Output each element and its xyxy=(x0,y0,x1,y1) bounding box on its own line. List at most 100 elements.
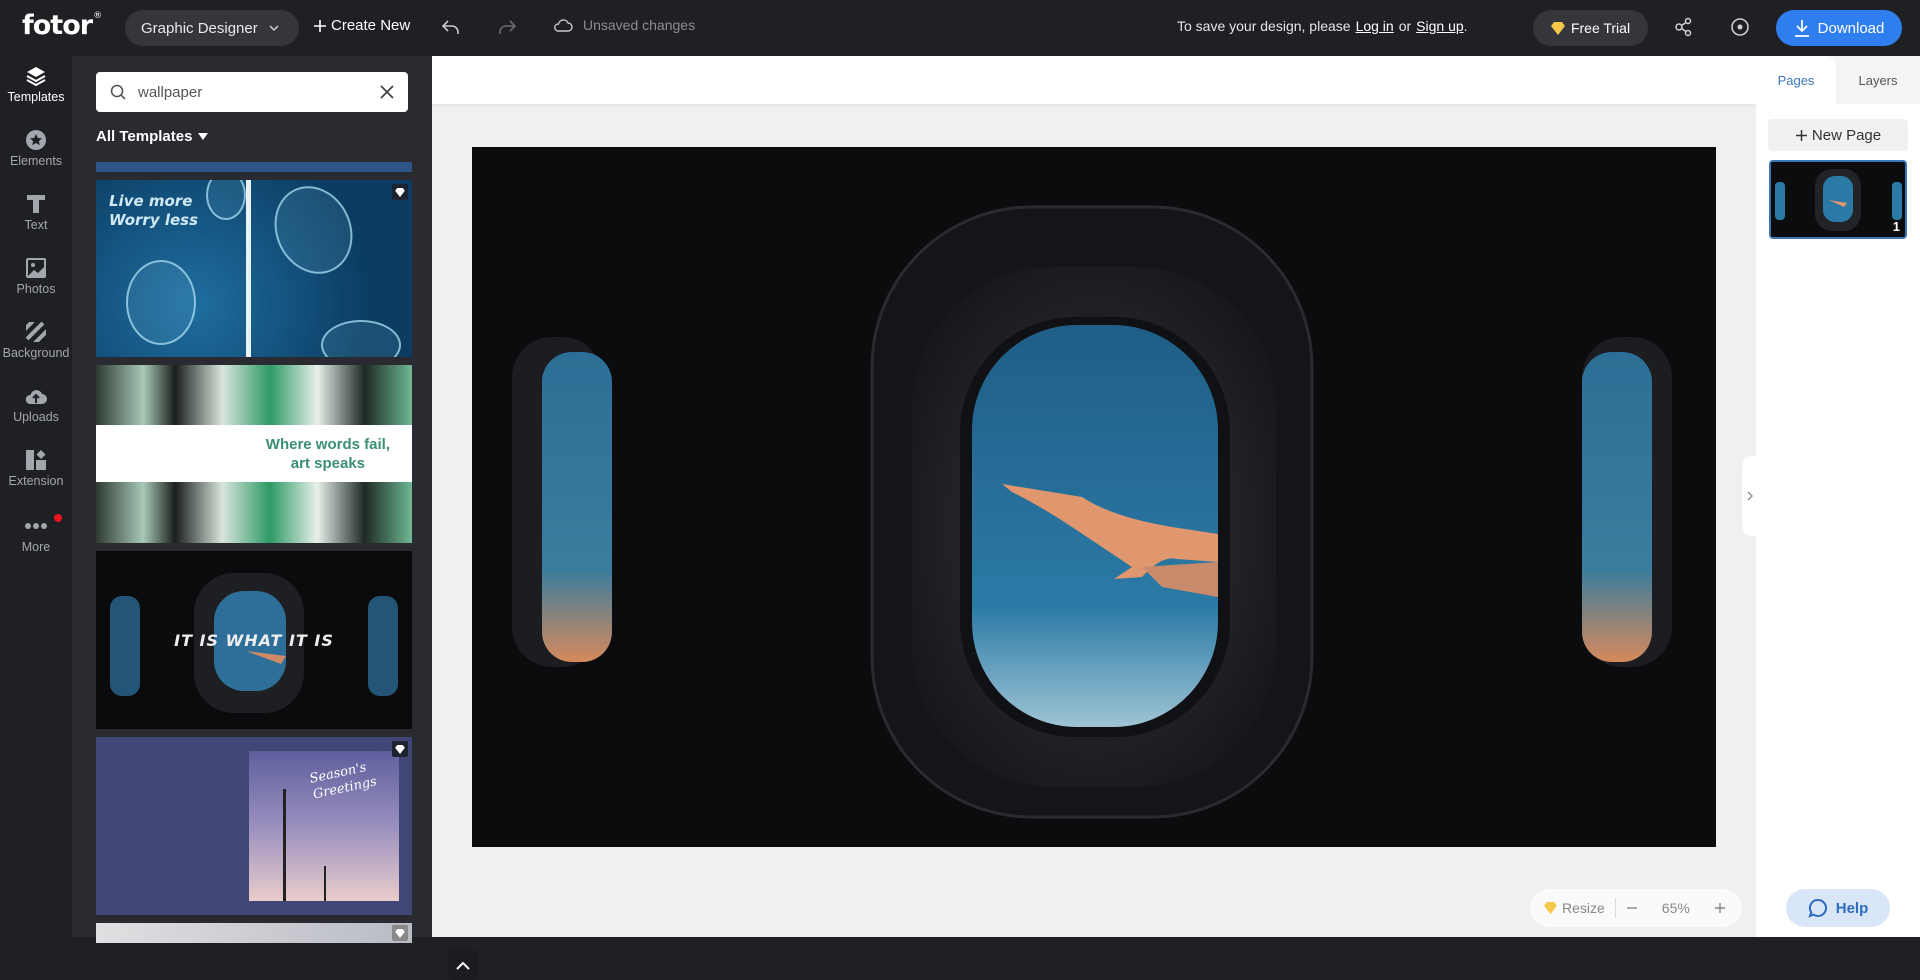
download-button[interactable]: Download xyxy=(1776,10,1902,46)
premium-badge xyxy=(392,925,408,941)
template-card[interactable]: Where words fail, art speaks xyxy=(96,365,412,543)
signup-link[interactable]: Sign up xyxy=(1416,18,1463,34)
premium-badge xyxy=(392,184,408,200)
jellyfish-graphic xyxy=(206,180,246,220)
more-icon xyxy=(25,523,47,529)
sidebar-item-uploads[interactable]: Uploads xyxy=(0,382,72,444)
page-thumbnail[interactable]: 1 xyxy=(1769,160,1907,239)
text-band: Where words fail, art speaks xyxy=(96,425,412,482)
template-card-partial[interactable] xyxy=(96,162,412,172)
filter-label: All Templates xyxy=(96,128,193,145)
sidebar-item-more[interactable]: More xyxy=(0,512,72,574)
diamond-icon xyxy=(1550,21,1565,35)
zoom-in-icon[interactable] xyxy=(1714,902,1726,914)
help-label: Help xyxy=(1835,899,1869,917)
panel-tabs: Pages Layers xyxy=(1756,56,1920,104)
page-number: 1 xyxy=(1892,219,1900,234)
free-trial-button[interactable]: Free Trial xyxy=(1533,10,1648,46)
sidebar-item-templates[interactable]: Templates xyxy=(0,62,72,124)
jellyfish-graphic xyxy=(321,320,401,357)
create-new-label: Create New xyxy=(331,17,411,34)
scroll-to-top-button[interactable] xyxy=(448,950,478,980)
help-button[interactable]: Help xyxy=(1786,889,1890,927)
template-filter-dropdown[interactable]: All Templates xyxy=(96,128,209,145)
period-text: . xyxy=(1463,18,1468,34)
layers-icon xyxy=(26,67,46,87)
sidebar-item-label: Uploads xyxy=(13,410,59,424)
pole-graphic xyxy=(283,789,286,901)
free-trial-label: Free Trial xyxy=(1570,20,1631,36)
clear-search-icon[interactable] xyxy=(380,85,394,99)
diamond-icon xyxy=(395,744,405,754)
plus-icon xyxy=(1795,129,1807,141)
jellyfish-graphic xyxy=(260,180,367,287)
top-bar: fotor® Graphic Designer Create New Unsav… xyxy=(0,0,1920,56)
tab-label: Layers xyxy=(1858,72,1898,88)
sidebar-item-photos[interactable]: Photos xyxy=(0,254,72,316)
diamond-icon xyxy=(395,928,405,938)
resize-label: Resize xyxy=(1562,900,1605,916)
registered-mark: ® xyxy=(93,11,102,21)
unsaved-status-text: Unsaved changes xyxy=(583,17,696,33)
tab-pages[interactable]: Pages xyxy=(1756,56,1836,104)
redo-button[interactable] xyxy=(496,16,518,43)
jellyfish-graphic xyxy=(126,260,196,345)
template-photo: Season's Greetings xyxy=(249,751,399,901)
preview-button[interactable] xyxy=(1729,16,1751,43)
sidebar-item-text[interactable]: Text xyxy=(0,190,72,252)
template-search xyxy=(96,72,408,112)
role-selector-dropdown[interactable]: Graphic Designer xyxy=(125,10,299,46)
design-canvas[interactable] xyxy=(472,147,1716,847)
sidebar-item-elements[interactable]: Elements xyxy=(0,126,72,188)
template-card[interactable]: Live more Worry less xyxy=(96,180,412,357)
zoom-controls: Resize 65% xyxy=(1530,889,1742,927)
star-icon xyxy=(26,130,46,150)
share-button[interactable] xyxy=(1673,16,1695,43)
sidebar-item-label: More xyxy=(21,540,51,554)
cloud-icon xyxy=(554,19,573,32)
airplane-window-photo xyxy=(472,147,1716,847)
template-card[interactable]: Season's Greetings xyxy=(96,737,412,915)
save-status: Unsaved changes xyxy=(553,17,695,33)
fotor-logo[interactable]: fotor® xyxy=(22,10,102,41)
notification-badge xyxy=(54,514,62,522)
premium-badge xyxy=(392,741,408,757)
undo-icon xyxy=(441,20,459,34)
template-text: Live more Worry less xyxy=(109,192,198,229)
new-page-label: New Page xyxy=(1811,126,1882,144)
undo-button[interactable] xyxy=(440,16,462,43)
template-card[interactable]: IT IS WHAT IT IS xyxy=(96,551,412,729)
background-icon xyxy=(26,322,46,342)
diamond-icon xyxy=(1544,902,1557,914)
zoom-out-icon[interactable] xyxy=(1626,902,1638,914)
caret-down-icon xyxy=(198,132,209,140)
share-icon xyxy=(1675,17,1692,37)
search-input[interactable] xyxy=(138,83,380,101)
sidebar-item-label: Background xyxy=(2,346,70,360)
zoom-level[interactable]: 65% xyxy=(1662,900,1690,916)
template-text: IT IS WHAT IT IS xyxy=(174,631,334,650)
chevron-down-icon xyxy=(269,25,279,32)
sidebar-item-extension[interactable]: Extension xyxy=(0,446,72,508)
sidebar-item-label: Elements xyxy=(9,154,63,168)
login-link[interactable]: Log in xyxy=(1356,18,1394,34)
resize-button[interactable]: Resize xyxy=(1544,900,1605,916)
sidebar-item-label: Text xyxy=(24,218,48,232)
new-page-button[interactable]: New Page xyxy=(1768,119,1908,151)
pages-panel: Pages Layers New Page 1 xyxy=(1756,56,1920,937)
search-icon xyxy=(110,84,126,100)
save-prompt-text: To save your design, please xyxy=(1177,18,1351,34)
upload-cloud-icon xyxy=(25,390,47,404)
sidebar-item-background[interactable]: Background xyxy=(0,318,72,380)
left-sidebar: Templates Elements Text Photos Backgroun… xyxy=(0,56,72,937)
diamond-icon xyxy=(395,187,405,197)
template-card[interactable] xyxy=(96,923,412,943)
tab-layers[interactable]: Layers xyxy=(1836,56,1920,104)
save-prompt: To save your design, please Log in or Si… xyxy=(1177,18,1468,34)
chat-bubble-icon xyxy=(1808,898,1827,918)
create-new-button[interactable]: Create New xyxy=(313,17,410,34)
logo-text: fotor xyxy=(22,10,93,41)
templates-panel: All Templates Live more Worry less Where… xyxy=(72,56,478,980)
pole-graphic xyxy=(324,866,326,901)
chevron-right-icon xyxy=(1747,491,1753,501)
